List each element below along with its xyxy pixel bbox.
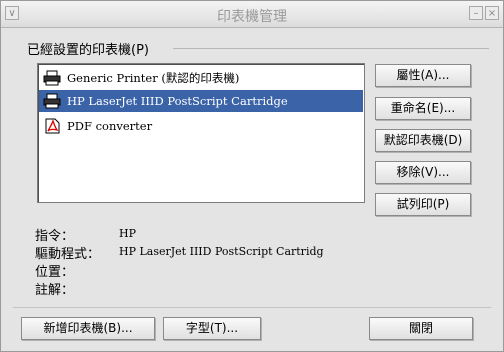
properties-button[interactable]: 屬性(A)... [375, 64, 471, 87]
set-default-button[interactable]: 默認印表機(D) [375, 129, 471, 152]
list-item[interactable]: HP LaserJet IIID PostScript Cartridge [39, 90, 363, 112]
printer-name: HP LaserJet IIID PostScript Cartridge [67, 94, 288, 108]
rename-button[interactable]: 重命名(E)... [375, 97, 471, 120]
printer-icon [43, 93, 61, 109]
driver-value: HP LaserJet IIID PostScript Cartridg [119, 245, 324, 258]
printer-name: Generic Printer (默認的印表機) [67, 71, 240, 85]
font-button[interactable]: 字型(T)... [163, 317, 261, 340]
printer-icon [43, 70, 61, 86]
printers-group-label: 已經設置的印表機(P) [27, 43, 149, 58]
pdf-icon [45, 118, 60, 134]
printer-list[interactable]: Generic Printer (默認的印表機) HP LaserJet III… [37, 63, 365, 203]
title-bar[interactable]: ∨ 印表機管理 – × [1, 1, 503, 28]
minimize-button[interactable]: – [469, 6, 483, 20]
command-value: HP [119, 227, 136, 240]
close-window-button[interactable]: × [485, 6, 499, 20]
command-label: 指令： [35, 229, 75, 244]
location-label: 位置： [35, 265, 75, 280]
test-print-button[interactable]: 試列印(P) [375, 193, 471, 216]
close-button[interactable]: 關閉 [369, 317, 473, 340]
printer-manager-window: ∨ 印表機管理 – × 已經設置的印表機(P) Generic Printer … [0, 0, 504, 352]
printer-name: PDF converter [67, 119, 153, 133]
bottom-divider [13, 307, 491, 308]
group-divider [173, 48, 489, 49]
list-item[interactable]: Generic Printer (默認的印表機) [39, 67, 363, 89]
driver-label: 驅動程式： [35, 247, 101, 262]
list-item[interactable]: PDF converter [39, 115, 363, 137]
add-printer-button[interactable]: 新增印表機(B)... [21, 317, 155, 340]
remove-button[interactable]: 移除(V)... [375, 161, 471, 184]
window-title: 印表機管理 [217, 9, 287, 25]
comment-label: 註解： [35, 283, 75, 298]
